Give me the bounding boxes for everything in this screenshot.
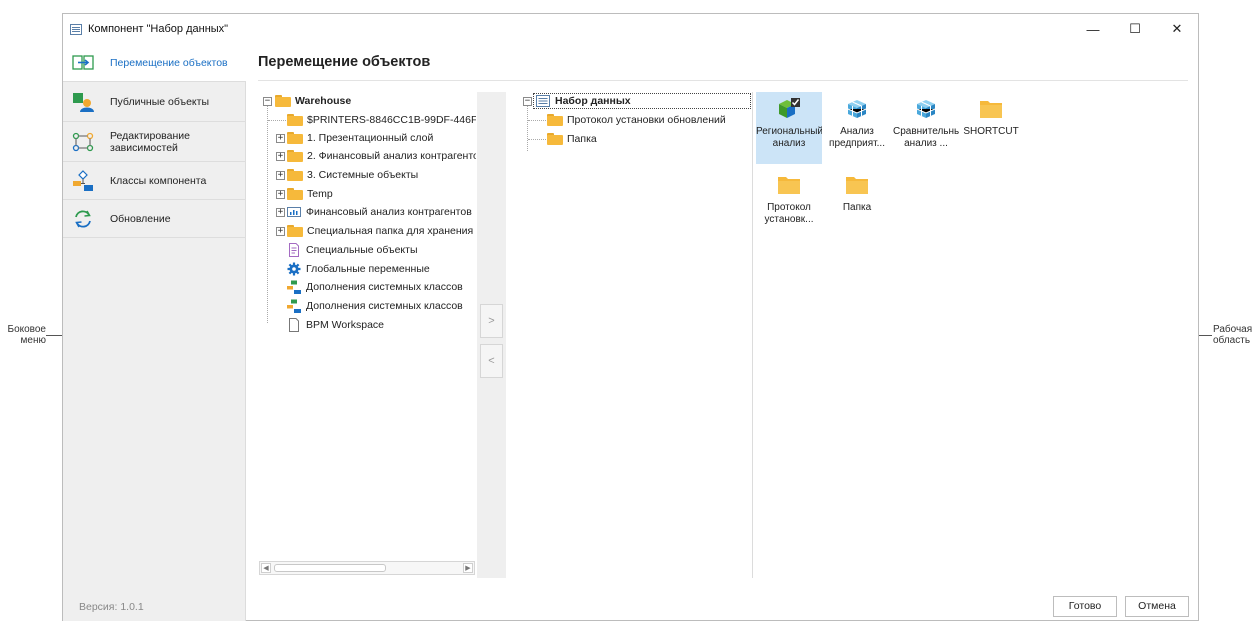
move-buttons-column: > < [477, 92, 506, 578]
tree-item-dataset[interactable]: Набор данных [536, 92, 631, 110]
tree-item-system-class-extensions-2[interactable]: Дополнения системных классов [287, 297, 463, 315]
cancel-button[interactable]: Отмена [1125, 596, 1189, 617]
tree-item-system-objects-folder[interactable]: 3. Системные объекты [287, 166, 418, 184]
blank-document-icon [287, 318, 301, 332]
sidebar-item-label: Публичные объекты [110, 95, 209, 108]
sidebar-menu: Перемещение объектов Публичные объекты Р… [63, 44, 246, 621]
folder-icon [287, 132, 303, 144]
class-icon [287, 280, 301, 294]
tree-item-bpm-workspace[interactable]: BPM Workspace [287, 316, 384, 334]
component-tree[interactable]: − Набор данных Протокол установки обновл… [518, 92, 752, 578]
callout-sidebar-label: Боковое меню [7, 324, 47, 346]
scroll-left-arrow-icon[interactable]: ◀ [261, 563, 271, 573]
tree-item-update-protocol[interactable]: Протокол установки обновлений [547, 111, 726, 129]
regional-analysis-icon [777, 97, 801, 121]
tree-item-special-folder[interactable]: Специальная папка для хранения ко [287, 222, 476, 240]
folder-icon [287, 169, 303, 181]
tree-item-financial-analysis-folder[interactable]: 2. Финансовый анализ контрагентов [287, 147, 476, 165]
title-bar[interactable]: Компонент "Набор данных" — ☐ ✕ [63, 14, 1198, 44]
cube-icon [914, 97, 938, 121]
sidebar-item-update[interactable]: Обновление [63, 200, 246, 238]
scroll-right-arrow-icon[interactable]: ▶ [463, 563, 473, 573]
folder-icon [777, 173, 801, 197]
cube-icon [845, 97, 869, 121]
dependencies-icon [72, 131, 94, 153]
folder-icon [547, 133, 563, 145]
tile-label: Сравнительный анализ ... [893, 126, 959, 149]
horizontal-scrollbar[interactable]: ◀ ▶ [259, 561, 475, 575]
sidebar-item-label: Классы компонента [110, 174, 207, 187]
expand-toggle-icon[interactable]: + [276, 171, 285, 180]
sidebar-item-classes[interactable]: Классы компонента [63, 162, 246, 200]
sidebar-item-label: Перемещение объектов [110, 56, 228, 69]
component-dialog: Компонент "Набор данных" — ☐ ✕ Перемещен… [62, 13, 1199, 621]
gear-icon [287, 262, 301, 276]
expand-toggle-icon[interactable]: + [276, 208, 285, 217]
tile-label: Анализ предприят... [829, 126, 885, 149]
sidebar-item-public-objects[interactable]: Публичные объекты [63, 82, 246, 122]
tile-label: Папка [842, 202, 872, 213]
tree-item-presentation-layer[interactable]: 1. Презентационный слой [287, 129, 433, 147]
tile-enterprise-analysis[interactable]: Анализ предприят... [824, 92, 890, 164]
tree-item-global-variables[interactable]: Глобальные переменные [287, 260, 430, 278]
tree-item-system-class-extensions[interactable]: Дополнения системных классов [287, 278, 463, 296]
page-title: Перемещение объектов [258, 54, 431, 70]
tree-item-folder[interactable]: Папка [547, 130, 597, 148]
tile-label: Региональный анализ [756, 126, 822, 149]
folder-icon [547, 114, 563, 126]
expand-toggle-icon[interactable]: + [276, 134, 285, 143]
done-button[interactable]: Готово [1053, 596, 1117, 617]
tree-item-printers[interactable]: $PRINTERS-8846CC1B-99DF-446F-AF3 [287, 111, 476, 129]
folder-icon [979, 97, 1003, 121]
folder-icon [287, 114, 303, 126]
sidebar-item-label: Обновление [110, 212, 171, 225]
tile-folder[interactable]: Папка [824, 168, 890, 240]
tree-item-warehouse[interactable]: Warehouse [275, 92, 351, 110]
expand-toggle-icon[interactable]: + [276, 227, 285, 236]
class-icon [287, 299, 301, 313]
tree-item-special-objects[interactable]: Специальные объекты [287, 241, 418, 259]
folder-icon [275, 95, 291, 107]
title-divider [258, 80, 1188, 81]
expand-toggle-icon[interactable]: + [276, 152, 285, 161]
sidebar-item-move-objects[interactable]: Перемещение объектов [63, 44, 246, 82]
expand-toggle-icon[interactable]: + [276, 190, 285, 199]
tile-regional-analysis[interactable]: Региональный анализ [756, 92, 822, 164]
minimize-button[interactable]: — [1072, 14, 1114, 44]
sidebar-item-dependencies[interactable]: Редактирование зависимостей [63, 122, 246, 162]
folder-icon [845, 173, 869, 197]
tile-label: Протокол установк... [764, 202, 814, 225]
move-left-button[interactable]: < [480, 344, 503, 378]
move-right-button[interactable]: > [480, 304, 503, 338]
folder-icon [287, 150, 303, 162]
window-title: Компонент "Набор данных" [88, 23, 229, 35]
classes-icon [72, 169, 94, 192]
document-icon [287, 243, 301, 257]
dataset-icon [536, 94, 550, 108]
move-objects-icon [72, 52, 94, 74]
tile-shortcut[interactable]: SHORTCUT [958, 92, 1024, 164]
sidebar-item-label: Редактирование зависимостей [110, 129, 190, 154]
cube-table-icon [287, 205, 301, 219]
callout-workarea-label: Рабочая область [1213, 324, 1253, 346]
work-area[interactable]: Региональный анализ Анализ предприят... … [753, 92, 1188, 578]
tile-label: SHORTCUT [963, 126, 1019, 137]
update-icon [72, 208, 94, 230]
tile-comparative-analysis[interactable]: Сравнительный анализ ... [893, 92, 959, 164]
tile-update-protocol[interactable]: Протокол установк... [756, 168, 822, 240]
scrollbar-thumb[interactable] [274, 564, 386, 572]
public-objects-icon [72, 91, 94, 113]
version-label: Версия: 1.0.1 [79, 601, 144, 613]
folder-icon [287, 188, 303, 200]
maximize-button[interactable]: ☐ [1114, 14, 1156, 44]
close-button[interactable]: ✕ [1156, 14, 1198, 44]
collapse-toggle-icon[interactable]: − [263, 97, 272, 106]
tree-item-financial-analysis-cube[interactable]: Финансовый анализ контрагентов [287, 203, 472, 221]
tree-item-temp[interactable]: Temp [287, 185, 333, 203]
folder-icon [287, 225, 303, 237]
collapse-toggle-icon[interactable]: − [523, 97, 532, 106]
repository-tree[interactable]: − Warehouse $PRINTERS-8846CC1B-99DF-446F… [258, 92, 476, 578]
dataset-window-icon [70, 23, 82, 35]
